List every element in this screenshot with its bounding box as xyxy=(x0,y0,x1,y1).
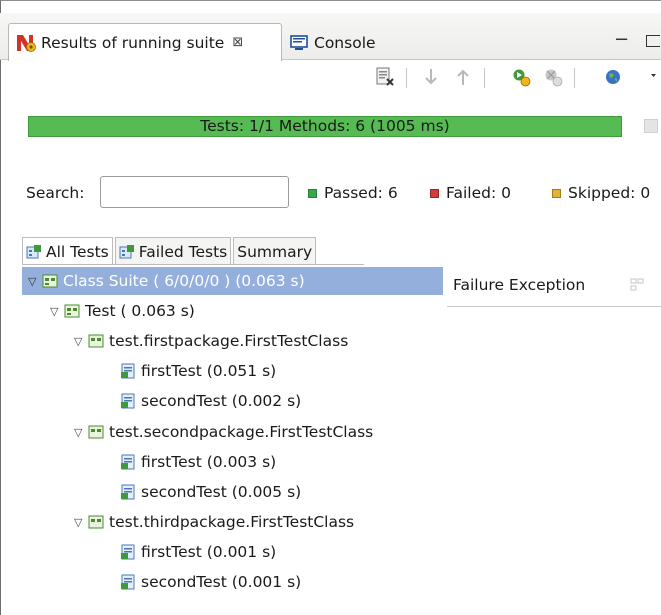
copy-trace-icon[interactable] xyxy=(629,277,645,293)
search-label: Search: xyxy=(26,184,85,202)
suite-icon xyxy=(42,274,58,288)
results-subtabs: All Tests Failed Tests Summary xyxy=(22,237,318,265)
skipped-counter: Skipped: 0 xyxy=(552,184,650,202)
tree-class-label: test.thirdpackage.FirstTestClass xyxy=(109,513,355,531)
failed-label: Failed: 0 xyxy=(446,184,511,202)
tab-all-tests-label: All Tests xyxy=(46,242,109,261)
method-passed-icon xyxy=(121,574,135,590)
tree-method-label: firstTest (0.003 s) xyxy=(141,453,277,471)
method-passed-icon xyxy=(121,544,135,560)
tab-summary-label: Summary xyxy=(237,242,313,261)
tree-node-method[interactable]: secondTest (0.005 s) xyxy=(120,478,301,506)
progress-text: Tests: 1/1 Methods: 6 (1005 ms) xyxy=(200,117,450,135)
toolbar-separator xyxy=(484,68,485,88)
tree-node-class[interactable]: ▽ test.thirdpackage.FirstTestClass xyxy=(74,508,354,536)
test-icon xyxy=(64,304,80,318)
method-passed-icon xyxy=(121,484,135,500)
tree-class-label: test.secondpackage.FirstTestClass xyxy=(109,423,374,441)
maximize-icon[interactable] xyxy=(646,35,660,47)
previous-failure-icon[interactable] xyxy=(452,66,474,88)
next-failure-icon[interactable] xyxy=(420,66,442,88)
tab-console[interactable]: Console xyxy=(290,29,376,57)
view-menu-icon[interactable] xyxy=(648,66,661,88)
tree-node-class[interactable]: ▽ test.firstpackage.FirstTestClass xyxy=(74,327,348,355)
toolbar-separator xyxy=(574,68,575,88)
tree-method-label: secondTest (0.002 s) xyxy=(141,392,302,410)
method-passed-icon xyxy=(121,454,135,470)
tab-failed-tests-label: Failed Tests xyxy=(138,242,228,261)
globe-icon[interactable] xyxy=(602,66,624,88)
tree-node-method[interactable]: firstTest (0.051 s) xyxy=(120,357,276,385)
expand-triangle-icon[interactable]: ▽ xyxy=(28,275,42,288)
tree-node-class[interactable]: ▽ test.secondpackage.FirstTestClass xyxy=(74,418,373,446)
method-passed-icon xyxy=(121,393,135,409)
toolbar-separator xyxy=(406,68,407,88)
failed-tests-icon xyxy=(119,244,134,258)
failure-exception-panel: Failure Exception xyxy=(447,267,661,307)
expand-triangle-icon[interactable]: ▽ xyxy=(74,335,88,348)
class-icon xyxy=(88,334,104,348)
passed-icon xyxy=(308,188,317,198)
progress-bar: Tests: 1/1 Methods: 6 (1005 ms) xyxy=(28,116,622,137)
search-input[interactable] xyxy=(100,176,289,208)
subtabs-divider xyxy=(22,264,364,265)
passed-counter: Passed: 6 xyxy=(308,184,398,202)
expand-triangle-icon[interactable]: ▽ xyxy=(50,305,64,318)
tree-method-label: firstTest (0.051 s) xyxy=(141,362,277,380)
class-icon xyxy=(88,515,104,529)
skipped-label: Skipped: 0 xyxy=(568,184,651,202)
tree-test-label: Test ( 0.063 s) xyxy=(85,302,195,320)
tab-results[interactable]: Results of running suite ⊠ xyxy=(8,23,282,61)
expand-triangle-icon[interactable]: ▽ xyxy=(74,426,88,439)
tree-suite-label: Class Suite ( 6/0/0/0 ) (0.063 s) xyxy=(63,272,305,290)
tree-class-label: test.firstpackage.FirstTestClass xyxy=(109,332,349,350)
class-icon xyxy=(88,425,104,439)
failed-counter: Failed: 0 xyxy=(430,184,511,202)
skipped-icon xyxy=(552,188,561,198)
tab-all-tests[interactable]: All Tests xyxy=(22,237,113,265)
console-icon xyxy=(290,35,308,50)
failure-exception-label: Failure Exception xyxy=(453,276,586,294)
stop-icon[interactable] xyxy=(644,119,658,133)
tree-node-method[interactable]: firstTest (0.003 s) xyxy=(120,448,276,476)
all-tests-icon xyxy=(26,244,41,258)
tree-node-method[interactable]: firstTest (0.001 s) xyxy=(120,538,276,566)
tree-node-method[interactable]: secondTest (0.001 s) xyxy=(120,568,301,596)
tree-node-suite[interactable]: ▽ Class Suite ( 6/0/0/0 ) (0.063 s) xyxy=(22,267,443,295)
tab-console-label: Console xyxy=(314,34,376,52)
close-icon[interactable]: ⊠ xyxy=(232,35,243,50)
tab-summary[interactable]: Summary xyxy=(233,237,317,265)
debug-again-icon[interactable] xyxy=(542,66,564,88)
passed-label: Passed: 6 xyxy=(324,184,398,202)
tree-method-label: secondTest (0.001 s) xyxy=(141,573,302,591)
tree-method-label: firstTest (0.001 s) xyxy=(141,543,277,561)
tree-node-test[interactable]: ▽ Test ( 0.063 s) xyxy=(50,297,195,325)
failed-icon xyxy=(430,188,439,198)
tree-node-method[interactable]: secondTest (0.002 s) xyxy=(120,387,301,415)
expand-triangle-icon[interactable]: ▽ xyxy=(74,516,88,529)
tab-results-label: Results of running suite xyxy=(41,33,225,52)
run-again-icon[interactable] xyxy=(510,66,532,88)
testng-icon xyxy=(17,34,36,52)
method-passed-icon xyxy=(121,363,135,379)
view-tab-bar: Results of running suite ⊠ Console − xyxy=(0,13,661,61)
tab-failed-tests[interactable]: Failed Tests xyxy=(114,237,232,265)
rerun-failed-icon[interactable] xyxy=(374,66,396,88)
minimize-icon[interactable]: − xyxy=(614,29,629,50)
tree-method-label: secondTest (0.005 s) xyxy=(141,483,302,501)
